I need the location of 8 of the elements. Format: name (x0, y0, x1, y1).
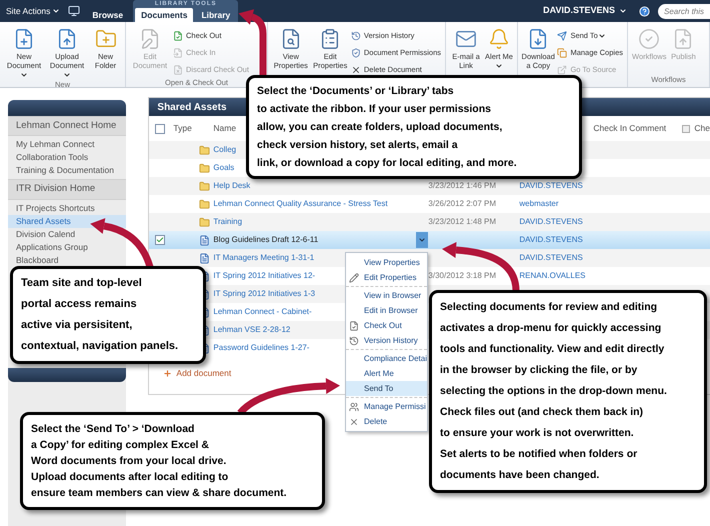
date-cell: 3/23/2012 1:48 PM (428, 217, 496, 226)
panel-title: Shared Assets (157, 100, 227, 114)
date-cell: 3/23/2012 1:46 PM (428, 181, 496, 190)
callout-text: Selecting documents for review and editing activates a drop-menu for quickly accessing tools and functionality. View and edit directly in the browser by clicking the file, or by selecting the options in the drop-down menu. Check files out (and check them back in) to ensure your work is not overwritten. Set alerts to be notified when folders or documents have been changed. (440, 300, 668, 483)
callout-text: Select the ‘Send To’ > ‘Download a Copy’ for editing complex Excel & Word documents from your local drive. Upload documents after local editing to ensure team members can view & share document. (31, 422, 288, 501)
date-cell: 3/30/2012 3:18 PM (428, 271, 496, 280)
date-cell: 3/26/2012 2:07 PM (428, 199, 496, 208)
callout-text: Select the ‘Documents’ or ‘Library’ tabs to activate the ribbon. If your user permissions allow, you can create folders, upload documents, check version history, set alerts, email a link, or download a copy for local editing, and more. (257, 84, 518, 171)
